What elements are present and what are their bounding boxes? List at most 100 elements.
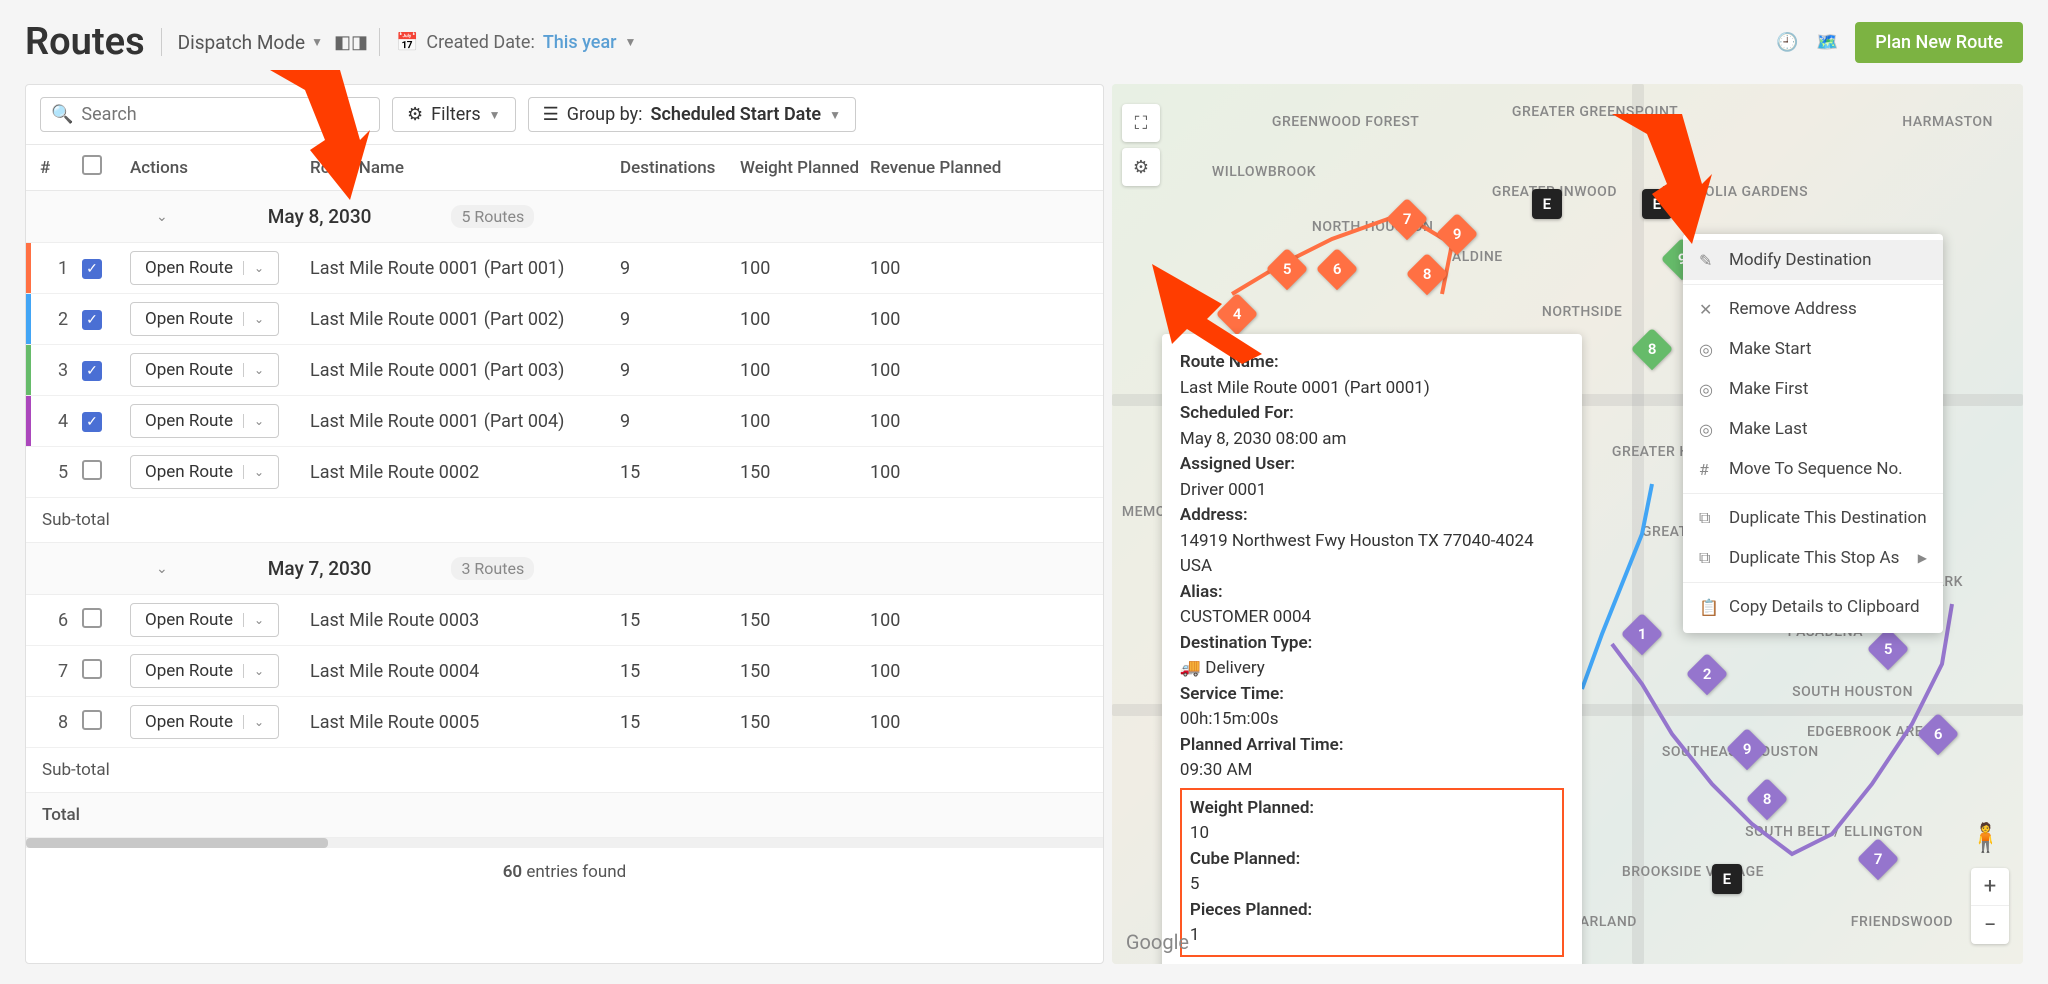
ctx-remove-address[interactable]: ✕Remove Address (1683, 289, 1943, 329)
fullscreen-button[interactable]: ⛶ (1122, 104, 1160, 142)
chevron-down-icon[interactable]: ⌄ (243, 363, 264, 377)
row-checkbox[interactable] (82, 460, 102, 480)
page-title: Routes (25, 20, 145, 64)
revenue-cell: 100 (870, 309, 1010, 330)
open-route-button[interactable]: Open Route⌄ (130, 654, 279, 688)
group-date: May 7, 2030 (268, 557, 372, 580)
cube-planned-label: Cube Planned: (1190, 849, 1300, 869)
weight-cell: 100 (740, 309, 870, 330)
open-route-button[interactable]: Open Route⌄ (130, 404, 279, 438)
row-checkbox[interactable]: ✓ (82, 310, 102, 330)
revenue-cell: 100 (870, 712, 1010, 733)
destinations-cell: 15 (620, 712, 740, 733)
zoom-in-button[interactable]: + (1971, 868, 2009, 906)
clock-icon[interactable]: 🕘 (1775, 30, 1799, 54)
row-checkbox[interactable]: ✓ (82, 412, 102, 432)
dispatch-mode-label: Dispatch Mode (178, 31, 305, 54)
pieces-planned-label: Pieces Planned: (1190, 900, 1312, 920)
target-icon: ◎ (1699, 380, 1717, 399)
hash-icon: # (1699, 460, 1717, 479)
chevron-down-icon: ⌄ (156, 209, 168, 225)
chevron-down-icon[interactable]: ⌄ (243, 414, 264, 428)
zoom-out-button[interactable]: − (1971, 906, 2009, 944)
chevron-down-icon[interactable]: ⌄ (243, 613, 264, 627)
destinations-cell: 9 (620, 258, 740, 279)
row-checkbox[interactable]: ✓ (82, 259, 102, 279)
map-pin-end[interactable]: E (1712, 864, 1742, 894)
row-checkbox[interactable]: ✓ (82, 361, 102, 381)
created-date-filter[interactable]: 📅 Created Date: This year ▼ (396, 32, 636, 53)
alias-value: CUSTOMER 0004 (1180, 605, 1564, 631)
row-checkbox[interactable] (82, 659, 102, 679)
created-date-value: This year (543, 32, 617, 53)
ctx-duplicate-stop-as[interactable]: ⧉Duplicate This Stop As▶ (1683, 538, 1943, 578)
pegman-icon[interactable]: 🧍 (1968, 821, 2003, 854)
group-row[interactable]: ⌄May 7, 20303 Routes (26, 543, 1103, 595)
user-value: Driver 0001 (1180, 478, 1564, 504)
row-checkbox[interactable] (82, 710, 102, 730)
ctx-move-to-sequence[interactable]: #Move To Sequence No. (1683, 449, 1943, 489)
route-row: 8 Open Route⌄ Last Mile Route 0005 15 15… (26, 697, 1103, 748)
open-route-button[interactable]: Open Route⌄ (130, 603, 279, 637)
chevron-down-icon[interactable]: ⌄ (243, 664, 264, 678)
chevron-down-icon[interactable]: ⌄ (243, 261, 264, 275)
group-by-button[interactable]: ☰ Group by: Scheduled Start Date ▼ (528, 97, 856, 132)
map-icon[interactable]: 🗺️ (1815, 30, 1839, 54)
dest-type-value: Delivery (1205, 658, 1265, 678)
route-row: 1 ✓ Open Route⌄ Last Mile Route 0001 (Pa… (26, 243, 1103, 294)
ctx-duplicate-destination[interactable]: ⧉Duplicate This Destination (1683, 498, 1943, 538)
row-checkbox[interactable] (82, 608, 102, 628)
col-checkbox[interactable] (82, 155, 130, 180)
google-logo: Google (1126, 930, 1189, 954)
group-count-badge: 5 Routes (451, 205, 534, 228)
weight-cell: 150 (740, 610, 870, 631)
route-color-indicator (26, 345, 31, 395)
destinations-cell: 15 (620, 462, 740, 483)
ctx-make-start[interactable]: ◎Make Start (1683, 329, 1943, 369)
route-name-value: Last Mile Route 0001 (Part 0001) (1180, 376, 1564, 402)
open-route-button[interactable]: Open Route⌄ (130, 251, 279, 285)
map-area-label: HARMASTON (1902, 114, 1993, 130)
ctx-make-first[interactable]: ◎Make First (1683, 369, 1943, 409)
col-destinations: Destinations (620, 158, 740, 178)
col-index: # (40, 158, 82, 178)
dispatch-mode-dropdown[interactable]: Dispatch Mode ▼ (178, 31, 323, 54)
target-icon: ◎ (1699, 340, 1717, 359)
annotation-arrow (1152, 264, 1262, 364)
plan-new-route-button[interactable]: Plan New Route (1855, 22, 2023, 63)
entries-count: 60 (503, 862, 522, 882)
custom-data-toggle[interactable]: Custom Data▼ (1180, 963, 1564, 965)
ctx-copy-details[interactable]: 📋Copy Details to Clipboard (1683, 587, 1943, 627)
open-route-button[interactable]: Open Route⌄ (130, 455, 279, 489)
chevron-down-icon[interactable]: ⌄ (243, 715, 264, 729)
map-pin-end[interactable]: E (1532, 189, 1562, 219)
layout-toggle-icon[interactable]: ◧◨ (339, 30, 363, 54)
open-route-button[interactable]: Open Route⌄ (130, 302, 279, 336)
horizontal-scrollbar[interactable] (26, 838, 1103, 848)
caret-icon: ▼ (311, 35, 323, 49)
chevron-down-icon[interactable]: ⌄ (243, 312, 264, 326)
row-index: 6 (40, 610, 82, 631)
open-route-button[interactable]: Open Route⌄ (130, 353, 279, 387)
filters-label: Filters (431, 104, 481, 125)
row-index: 4 (40, 411, 82, 432)
subtotal-row: Sub-total (26, 498, 1103, 543)
weight-planned-value: 10 (1190, 821, 1554, 847)
map-settings-button[interactable]: ⚙ (1122, 148, 1160, 186)
col-revenue-planned: Revenue Planned (870, 158, 1010, 178)
chevron-down-icon[interactable]: ⌄ (243, 465, 264, 479)
route-name-cell: Last Mile Route 0001 (Part 003) (310, 360, 620, 381)
group-row[interactable]: ⌄May 8, 20305 Routes (26, 191, 1103, 243)
open-route-button[interactable]: Open Route⌄ (130, 705, 279, 739)
weight-cell: 150 (740, 462, 870, 483)
filters-button[interactable]: ⚙ Filters ▼ (392, 97, 516, 132)
map-panel[interactable]: GREENWOOD FOREST GREATER GREENSPOINT WIL… (1112, 84, 2023, 964)
route-row: 2 ✓ Open Route⌄ Last Mile Route 0001 (Pa… (26, 294, 1103, 345)
cube-planned-value: 5 (1190, 872, 1554, 898)
destinations-cell: 9 (620, 411, 740, 432)
list-icon: ☰ (543, 104, 559, 125)
close-icon: ✕ (1699, 300, 1717, 319)
ctx-make-last[interactable]: ◎Make Last (1683, 409, 1943, 449)
ctx-modify-destination[interactable]: ✎Modify Destination (1683, 240, 1943, 280)
row-index: 2 (40, 309, 82, 330)
